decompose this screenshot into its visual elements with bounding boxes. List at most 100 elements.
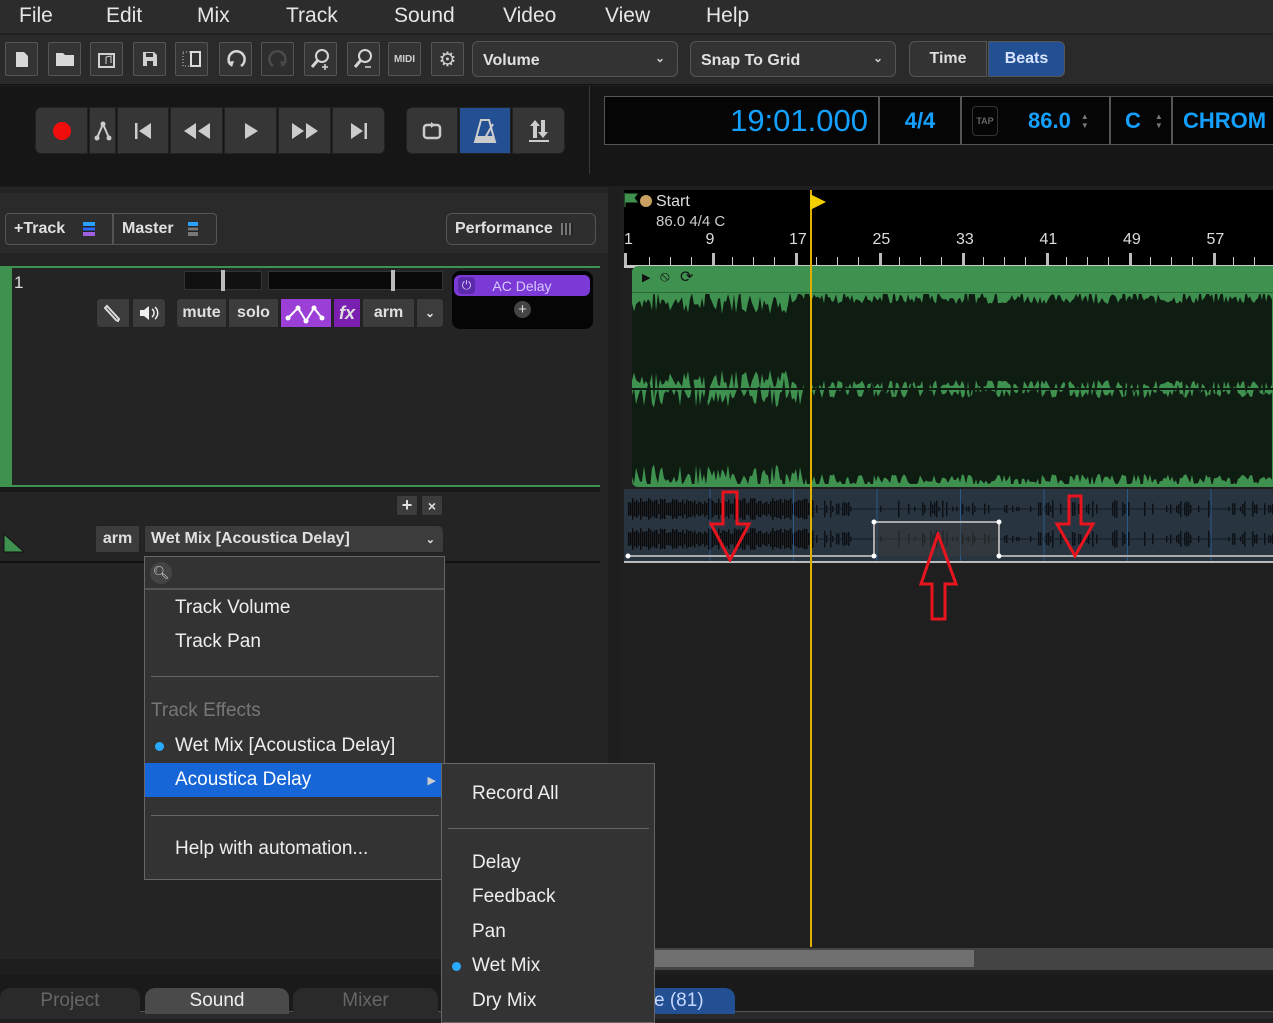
pan-slider[interactable] [184,270,262,291]
menu-search-input[interactable] [177,561,437,585]
menu-item-help-automation[interactable]: Help with automation... [145,832,444,866]
metronome-button[interactable] [459,107,511,154]
time-signature-display[interactable]: 4/4 [879,96,961,145]
automation-node[interactable] [996,519,1002,525]
open-folder-button[interactable] [48,42,81,76]
arm-button[interactable]: arm [362,298,415,328]
go-to-end-button[interactable] [332,107,385,154]
automation-arm-button[interactable]: arm [95,525,140,553]
undo-button[interactable] [219,42,252,76]
edit-button[interactable] [96,298,130,328]
submenu-item-delay[interactable]: Delay [442,846,654,880]
ruler-tick [1087,257,1089,265]
fx-button[interactable]: fx [333,298,361,328]
automation-mode-button[interactable] [89,107,116,154]
menu-sound[interactable]: Sound [394,4,455,28]
menu-view[interactable]: View [605,4,650,28]
track-options-button[interactable]: ⌄ [416,298,444,328]
go-to-start-button[interactable] [117,107,169,154]
tab-project[interactable]: Project [0,988,140,1014]
tab-sound[interactable]: Sound [145,988,289,1014]
settings-button[interactable]: ⚙ [431,42,464,76]
scale-display[interactable]: CHROM [1172,96,1273,145]
menu-item-track-volume[interactable]: Track Volume [145,591,444,625]
time-display[interactable]: 19:01.000 [604,96,879,145]
automation-type-select[interactable]: Volume ⌄ [472,41,678,77]
tempo-value[interactable]: 86.0 [1028,108,1071,134]
submenu-item-record-all[interactable]: Record All [442,777,654,811]
menu-edit[interactable]: Edit [106,4,142,28]
submenu-item-feedback[interactable]: Feedback [442,880,654,914]
automation-wave-bar [650,499,652,519]
playhead[interactable] [810,190,812,947]
clip-play-icon[interactable]: ▶ [642,271,650,284]
automation-node[interactable] [625,553,631,559]
menu-search-field[interactable]: 🔍︎ [145,557,444,590]
fast-forward-button[interactable] [278,107,331,154]
mute-button[interactable]: mute [176,298,227,328]
automation-parameter-select[interactable]: Wet Mix [Acoustica Delay] ⌄ [144,525,444,553]
submenu-item-wet-mix[interactable]: Wet Mix [442,949,654,983]
volume-slider-handle[interactable] [391,270,395,291]
midi-button[interactable]: MIDI [388,42,421,76]
master-button[interactable]: Master [113,213,217,245]
tab-mixer[interactable]: Mixer [293,988,438,1014]
automation-toggle-button[interactable] [280,298,332,328]
key-value[interactable]: C [1125,108,1141,134]
key-stepper[interactable]: ▲ ▼ [1155,112,1163,130]
zoom-out-button[interactable] [347,42,380,76]
power-icon[interactable]: ⏻ [458,277,475,294]
tap-tempo-button[interactable]: TAP [972,105,998,136]
automation-node[interactable] [871,519,877,525]
menu-item-track-pan[interactable]: Track Pan [145,625,444,659]
playhead-flag-icon[interactable] [810,194,828,210]
crop-button[interactable] [175,42,208,76]
import-audio-button[interactable] [90,42,123,76]
beats-mode-button[interactable]: Beats [988,41,1065,77]
add-effect-button[interactable]: + [514,301,531,318]
record-button[interactable] [35,107,88,154]
submenu-item-pan[interactable]: Pan [442,915,654,949]
scrollbar-thumb[interactable] [620,950,974,967]
menu-mix[interactable]: Mix [197,4,230,28]
marker-label[interactable]: Start [656,193,690,211]
save-button[interactable] [133,42,166,76]
volume-slider[interactable] [268,270,443,291]
rewind-button[interactable] [170,107,223,154]
automation-wave-bar [1116,530,1118,548]
menu-track[interactable]: Track [286,4,338,28]
menu-help[interactable]: Help [706,4,749,28]
menu-item-acoustica-delay[interactable]: Acoustica Delay ▶ [145,763,444,797]
play-button[interactable] [224,107,277,154]
automation-wave-bar [910,508,912,510]
pan-slider-handle[interactable] [221,270,225,291]
add-automation-lane-button[interactable]: + [396,495,418,516]
performance-button[interactable]: Performance [446,213,596,245]
automation-node[interactable] [996,553,1002,559]
solo-button[interactable]: solo [228,298,279,328]
automation-wave-bar [1100,508,1102,510]
menu-file[interactable]: File [19,4,53,28]
close-automation-lane-button[interactable]: × [421,495,443,516]
clip-loop-add-icon[interactable]: ⟳ [680,267,693,287]
redo-button[interactable] [261,42,294,76]
submenu-item-dry-mix[interactable]: Dry Mix [442,984,654,1018]
clip-disable-icon[interactable]: ⦸ [660,268,670,285]
automation-wave-bar [1254,534,1256,544]
menu-item-wet-mix[interactable]: Wet Mix [Acoustica Delay] [145,729,444,763]
horizontal-scrollbar[interactable] [620,948,1273,970]
snap-select[interactable]: Snap To Grid ⌄ [690,41,896,77]
audio-clip[interactable]: ▶ ⦸ ⟳ [632,266,1273,487]
automation-node[interactable] [871,553,877,559]
tempo-stepper[interactable]: ▲ ▼ [1081,112,1089,130]
automation-wave-bar [672,498,674,520]
new-file-button[interactable] [5,42,38,76]
effect-slot-ac-delay[interactable]: ⏻ AC Delay [454,275,590,296]
zoom-in-button[interactable] [304,42,337,76]
count-in-button[interactable] [512,107,565,154]
menu-video[interactable]: Video [503,4,556,28]
loop-button[interactable] [406,107,458,154]
time-mode-button[interactable]: Time [909,41,987,77]
speaker-button[interactable] [132,298,166,328]
add-track-button[interactable]: +Track [5,213,113,245]
